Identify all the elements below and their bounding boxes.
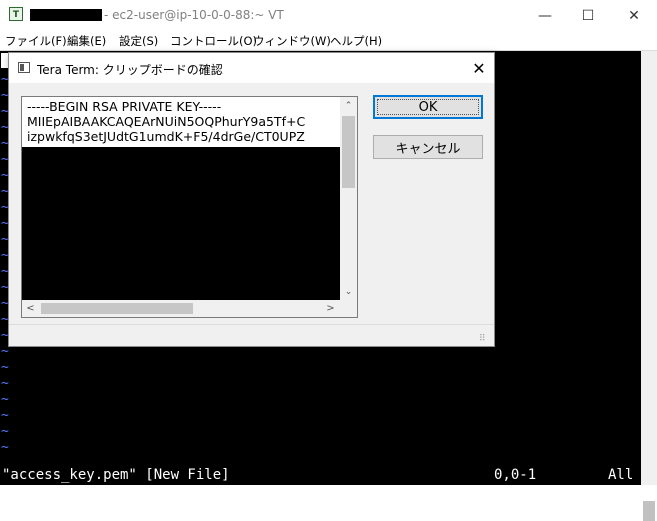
empty-line-marker: ~ — [1, 392, 9, 407]
menu-help[interactable]: ヘルプ(H) — [330, 33, 382, 49]
scroll-up-arrow-icon[interactable]: ⌃ — [340, 97, 357, 114]
scroll-down-arrow-icon[interactable]: ⌄ — [340, 283, 357, 300]
window-title: - ec2-user@ip-10-0-0-88:~ VT — [104, 8, 284, 22]
menu-file[interactable]: ファイル(F) — [5, 33, 67, 49]
clipboard-line: izpwkfqS3etJUdtG1umdK+F5/4drGe/CT0UPZ — [27, 129, 305, 144]
menu-settings[interactable]: 設定(S) — [119, 33, 158, 49]
terminal-scrollbar[interactable] — [641, 51, 657, 521]
clipboard-confirm-dialog: Tera Term: クリップボードの確認 ✕ -----BEGIN RSA P… — [8, 52, 495, 347]
dialog-title: Tera Term: クリップボードの確認 — [37, 63, 223, 77]
empty-line-marker: ~ — [1, 424, 9, 439]
clipboard-text-content: -----BEGIN RSA PRIVATE KEY----- MIIEpAIB… — [22, 97, 340, 147]
ok-button[interactable]: OK — [373, 95, 483, 119]
scrollbar-corner — [340, 300, 357, 317]
empty-line-marker: ~ — [1, 360, 9, 375]
scroll-right-arrow-icon[interactable]: > — [322, 300, 339, 317]
vim-status-line: "access_key.pem" [New File] 0,0-1 All — [0, 466, 641, 485]
empty-line-marker: ~ — [1, 408, 9, 423]
redacted-title-block — [30, 9, 102, 21]
clipboard-text-area[interactable]: -----BEGIN RSA PRIVATE KEY----- MIIEpAIB… — [21, 96, 358, 318]
empty-line-marker: ~ — [1, 440, 9, 455]
terminal-cursor — [1, 53, 8, 68]
menu-edit[interactable]: 編集(E) — [67, 33, 106, 49]
status-filename: "access_key.pem" [New File] — [2, 467, 230, 483]
clipboard-line: -----BEGIN RSA PRIVATE KEY----- — [27, 99, 222, 114]
empty-line-marker: ~ — [1, 376, 9, 391]
clipboard-vertical-scrollbar[interactable]: ⌃ ⌄ — [340, 97, 357, 300]
resize-grip-icon[interactable]: ⠿ — [479, 333, 491, 345]
menu-control[interactable]: コントロール(O) — [170, 33, 257, 49]
clipboard-horizontal-thumb[interactable] — [41, 303, 193, 314]
status-cursor-position: 0,0-1 — [494, 467, 537, 483]
close-button[interactable]: ✕ — [611, 0, 657, 31]
minimize-button[interactable]: — — [522, 0, 568, 31]
dialog-status-divider — [9, 324, 494, 325]
teraterm-app-icon: T — [9, 7, 23, 21]
clipboard-vertical-thumb[interactable] — [342, 116, 355, 188]
terminal-scrollbar-thumb[interactable] — [643, 501, 655, 521]
cancel-button[interactable]: キャンセル — [373, 135, 483, 159]
dialog-titlebar: Tera Term: クリップボードの確認 ✕ — [9, 53, 494, 83]
clipboard-horizontal-scrollbar[interactable]: < > — [22, 300, 340, 317]
menu-window[interactable]: ウィンドウ(W) — [253, 33, 331, 49]
maximize-button[interactable]: ☐ — [565, 0, 611, 31]
status-scroll-indicator: All — [608, 467, 634, 483]
menu-bar: ファイル(F) 編集(E) 設定(S) コントロール(O) ウィンドウ(W) ヘ… — [0, 31, 657, 51]
scroll-left-arrow-icon[interactable]: < — [22, 300, 39, 317]
dialog-window-icon — [18, 62, 30, 73]
window-titlebar: T - ec2-user@ip-10-0-0-88:~ VT — ☐ ✕ — [0, 0, 657, 31]
clipboard-line: MIIEpAIBAAKCAQEArNUiN5OQPhurY9a5Tf+C — [27, 114, 306, 129]
dialog-close-button[interactable]: ✕ — [465, 55, 493, 81]
empty-line-marker: ~ — [1, 344, 9, 359]
